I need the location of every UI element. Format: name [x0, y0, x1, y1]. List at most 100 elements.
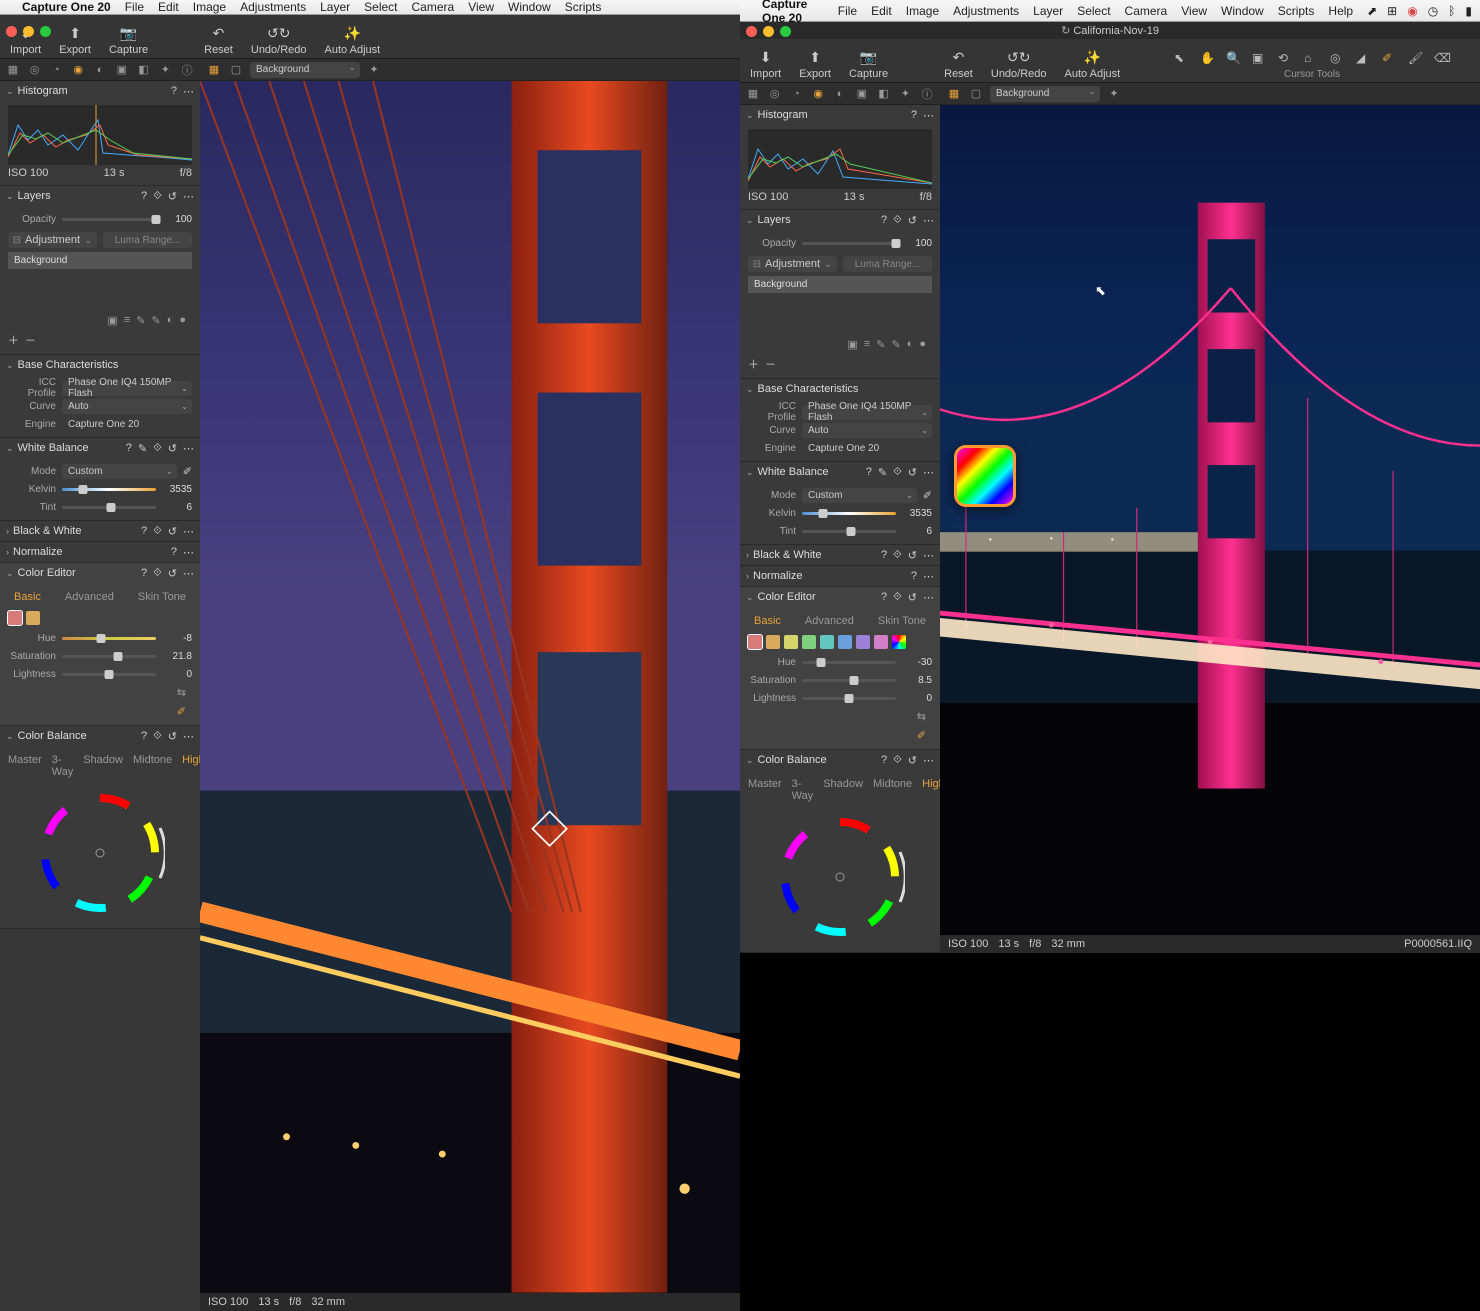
- ce-picker-icon[interactable]: ✐: [177, 705, 186, 718]
- menu-layer[interactable]: Layer: [320, 0, 350, 14]
- wb-mode-select[interactable]: Custom: [62, 464, 177, 479]
- adjustment-dropdown[interactable]: ⊟ Adjustment ⌄: [8, 232, 97, 248]
- hand-icon[interactable]: ✋: [1200, 51, 1216, 67]
- wifi-icon[interactable]: ⊞: [1387, 4, 1397, 18]
- reset-button[interactable]: ↶Reset: [944, 48, 973, 80]
- menu-view[interactable]: View: [468, 0, 494, 14]
- color-icon[interactable]: ◉: [71, 63, 85, 77]
- menu-file[interactable]: File: [125, 0, 144, 14]
- menu-image[interactable]: Image: [193, 0, 226, 14]
- capture-icon[interactable]: ◎: [28, 63, 42, 77]
- menu-scripts[interactable]: Scripts: [565, 0, 602, 14]
- autoadjust-button[interactable]: ✨Auto Adjust: [1065, 48, 1121, 80]
- hue-slider[interactable]: [62, 637, 156, 640]
- cb-tab-highlight[interactable]: Highlight: [182, 754, 200, 778]
- color-swatches[interactable]: [8, 607, 192, 629]
- menu-adjustments[interactable]: Adjustments: [953, 4, 1019, 18]
- swap-icon[interactable]: ⇆: [177, 686, 186, 699]
- menu-select[interactable]: Select: [364, 0, 397, 14]
- opacity-slider[interactable]: [62, 218, 156, 221]
- menu-camera[interactable]: Camera: [1125, 4, 1168, 18]
- rotate-icon[interactable]: ⟲: [1278, 51, 1294, 67]
- light-slider[interactable]: [62, 673, 156, 676]
- pointer-icon[interactable]: ⬉: [1174, 51, 1190, 67]
- ce-tab-basic[interactable]: Basic: [14, 591, 41, 603]
- canvas-right[interactable]: ⬉: [940, 105, 1480, 935]
- undoredo-button[interactable]: ↺↻Undo/Redo: [251, 24, 307, 56]
- export-button[interactable]: ⬆Export: [799, 48, 831, 80]
- exposure-icon[interactable]: ◐: [93, 63, 107, 77]
- undoredo-button[interactable]: ↺↻Undo/Redo: [991, 48, 1047, 80]
- library-icon[interactable]: ▦: [6, 63, 20, 77]
- curve-select[interactable]: Auto: [62, 399, 192, 414]
- capture-button[interactable]: 📷Capture: [109, 24, 148, 56]
- menu-help[interactable]: Help: [1328, 4, 1353, 18]
- picker-icon[interactable]: ✐: [1382, 51, 1398, 67]
- status-icon[interactable]: ⬈: [1367, 4, 1377, 18]
- cb-tab-shadow[interactable]: Shadow: [83, 754, 123, 778]
- eraser-icon[interactable]: ⌫: [1434, 51, 1450, 67]
- ce-tab-advanced[interactable]: Advanced: [65, 591, 114, 603]
- menu-window[interactable]: Window: [508, 0, 551, 14]
- adjust-icon[interactable]: ✦: [158, 63, 172, 77]
- grid-view-icon[interactable]: ▦: [206, 62, 222, 78]
- tool-tabstrip[interactable]: ▦◎◔◉◐▣◧✦ⓘ: [740, 83, 940, 105]
- menu-adjustments[interactable]: Adjustments: [240, 0, 306, 14]
- menu-image[interactable]: Image: [906, 4, 939, 18]
- menu-camera[interactable]: Camera: [412, 0, 455, 14]
- background-layer[interactable]: Background: [8, 252, 192, 269]
- import-button[interactable]: ⬇Import: [750, 48, 781, 80]
- menu-file[interactable]: File: [838, 4, 857, 18]
- autoadjust-button[interactable]: ✨Auto Adjust: [325, 24, 381, 56]
- spot-icon[interactable]: ◎: [1330, 51, 1346, 67]
- keystone-icon[interactable]: ⌂: [1304, 51, 1320, 67]
- local-icon[interactable]: ◧: [137, 63, 151, 77]
- app-name[interactable]: Capture One 20: [762, 0, 824, 25]
- icc-select[interactable]: Phase One IQ4 150MP Flash: [62, 381, 192, 396]
- menu-select[interactable]: Select: [1077, 4, 1110, 18]
- capture-button[interactable]: 📷Capture: [849, 48, 888, 80]
- color-swatches-full[interactable]: [748, 631, 932, 653]
- reset-button[interactable]: ↶Reset: [204, 24, 233, 56]
- brush-icon[interactable]: 🖌: [1408, 51, 1424, 67]
- cb-tab-3way[interactable]: 3-Way: [52, 754, 74, 778]
- help-icon[interactable]: ?: [171, 85, 177, 98]
- app-name[interactable]: Capture One 20: [22, 0, 111, 14]
- traffic-lights[interactable]: [6, 26, 51, 37]
- canvas-left[interactable]: [200, 81, 740, 1293]
- metadata-icon[interactable]: ⓘ: [180, 63, 194, 77]
- single-view-icon[interactable]: ▢: [228, 62, 244, 78]
- wb-picker-icon[interactable]: ✐: [183, 465, 192, 478]
- clock-icon[interactable]: ◷: [1428, 4, 1438, 18]
- menu-layer[interactable]: Layer: [1033, 4, 1063, 18]
- menu-edit[interactable]: Edit: [158, 0, 179, 14]
- tool-tabstrip[interactable]: ▦ ◎ ◔ ◉ ◐ ▣ ◧ ✦ ⓘ: [0, 59, 200, 81]
- crop-icon[interactable]: ▣: [1252, 51, 1268, 67]
- export-button[interactable]: ⬆Export: [59, 24, 91, 56]
- cb-tab-master[interactable]: Master: [8, 754, 42, 778]
- menu-scripts[interactable]: Scripts: [1278, 4, 1315, 18]
- color-picker-overlay[interactable]: [954, 445, 1016, 507]
- mask-icon[interactable]: ◢: [1356, 51, 1372, 67]
- color-wheel[interactable]: [35, 788, 165, 918]
- menu-window[interactable]: Window: [1221, 4, 1264, 18]
- cb-tab-midtone[interactable]: Midtone: [133, 754, 172, 778]
- menu-view[interactable]: View: [1181, 4, 1207, 18]
- battery-icon[interactable]: ▮: [1465, 4, 1472, 18]
- add-icon[interactable]: ✦: [366, 62, 382, 78]
- menu-edit[interactable]: Edit: [871, 4, 892, 18]
- add-layer-icon[interactable]: ＋: [8, 332, 19, 348]
- kelvin-slider[interactable]: [62, 488, 156, 491]
- mask-view-icon[interactable]: ▣: [107, 314, 117, 327]
- traffic-lights[interactable]: [746, 26, 791, 37]
- lumarange-button[interactable]: Luma Range...: [103, 232, 192, 248]
- ce-tab-skin[interactable]: Skin Tone: [138, 591, 186, 603]
- tint-slider[interactable]: [62, 506, 156, 509]
- details-icon[interactable]: ▣: [115, 63, 129, 77]
- bt-icon[interactable]: ᛒ: [1448, 4, 1455, 18]
- menu-icon[interactable]: ⋯: [183, 85, 194, 98]
- eyedropper-icon[interactable]: ✎: [136, 314, 145, 327]
- lens-icon[interactable]: ◔: [50, 63, 64, 77]
- sat-slider[interactable]: [62, 655, 156, 658]
- sync-icon[interactable]: ◉: [1407, 4, 1417, 18]
